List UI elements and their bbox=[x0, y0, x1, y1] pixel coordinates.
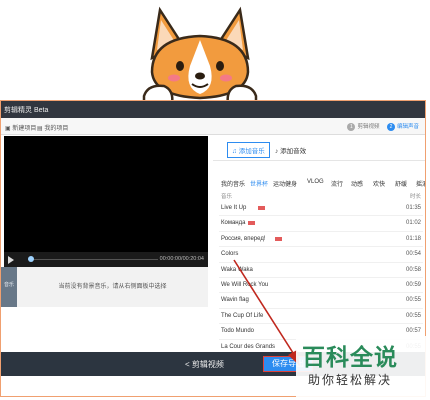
track-list-header: 音乐 时长 bbox=[221, 192, 421, 200]
track-duration: 00:58 bbox=[405, 266, 421, 273]
flag-icon bbox=[274, 236, 282, 241]
category-cheerful[interactable]: 欢快 bbox=[373, 179, 385, 188]
category-my-music[interactable]: 我的音乐 bbox=[221, 179, 245, 188]
tab-label: 添加音乐 bbox=[238, 148, 265, 155]
category-pop[interactable]: 流行 bbox=[331, 179, 343, 188]
playback-time: 00:00:00/00:20:04 bbox=[159, 256, 204, 262]
screenshot: 剪辑精灵 Beta ▣ 新建项目 ▤ 我的项目 1 剪辑视频 2 编辑声音 00… bbox=[0, 0, 430, 400]
title-bar: 剪辑精灵 Beta bbox=[1, 101, 425, 118]
track-duration: 01:18 bbox=[405, 235, 421, 242]
track-name: Команда bbox=[221, 220, 246, 227]
header-name: 音乐 bbox=[221, 194, 233, 200]
my-projects-button[interactable]: ▤ 我的项目 bbox=[37, 123, 68, 132]
tab-label: 添加音效 bbox=[280, 148, 307, 155]
my-projects-label: 我的项目 bbox=[44, 126, 69, 132]
track-row[interactable]: The Cup Of Life 00:55 bbox=[219, 309, 423, 325]
music-note-icon: ♫ bbox=[232, 148, 237, 155]
track-row[interactable]: Waka Waka 00:58 bbox=[219, 263, 423, 278]
header-duration: 时长 bbox=[409, 194, 421, 200]
track-row[interactable]: Colors 00:54 bbox=[219, 247, 423, 263]
category-fitness[interactable]: 运动健身 bbox=[273, 179, 297, 188]
play-icon[interactable] bbox=[8, 256, 14, 264]
category-soothing[interactable]: 舒缓 bbox=[395, 179, 407, 188]
category-vlog[interactable]: VLOG bbox=[307, 179, 324, 185]
flag-icon bbox=[248, 221, 256, 226]
player-controls: 00:00:00/00:20:04 bbox=[4, 252, 208, 267]
track-duration: 01:02 bbox=[405, 220, 421, 227]
track-name: Россия, вперед! bbox=[221, 235, 266, 242]
step-number: 2 bbox=[386, 123, 395, 131]
flag-icon bbox=[258, 206, 265, 210]
category-rock[interactable]: 摇滚 bbox=[416, 179, 425, 188]
track-name: Colors bbox=[221, 251, 239, 258]
seek-track[interactable] bbox=[28, 259, 158, 260]
track-name: The Cup Of Life bbox=[221, 312, 264, 319]
back-to-cut-video-button[interactable]: < 剪辑视频 bbox=[185, 359, 224, 370]
track-row[interactable]: Live It Up 01:35 bbox=[219, 201, 423, 217]
track-row[interactable]: We Will Rock You 00:59 bbox=[219, 278, 423, 294]
music-track-area: 当前没有背景音乐，请从右侧面板中选择 bbox=[17, 267, 208, 307]
seek-handle[interactable] bbox=[28, 256, 34, 262]
tab-add-music[interactable]: ♫ 添加音乐 bbox=[227, 142, 270, 158]
music-track-label: 音乐 bbox=[1, 267, 17, 307]
new-project-label: 新建项目 bbox=[12, 126, 37, 132]
track-row[interactable]: Россия, вперед! 01:18 bbox=[219, 232, 423, 248]
step-cut-video[interactable]: 1 剪辑视频 bbox=[347, 122, 379, 131]
corgi-illustration bbox=[140, 6, 260, 107]
watermark-subtitle: 助你轻松解决 bbox=[308, 373, 393, 387]
video-preview[interactable] bbox=[4, 136, 208, 252]
track-duration: 00:54 bbox=[405, 251, 421, 258]
panel-tabs: ♫ 添加音乐 ♪ 添加音效 bbox=[213, 139, 425, 161]
track-name: Wavin flag bbox=[221, 297, 249, 304]
category-world-cup[interactable]: 世界杯 bbox=[250, 179, 268, 188]
step-label: 编辑声音 bbox=[396, 124, 419, 130]
track-duration: 00:57 bbox=[405, 328, 421, 335]
step-edit-sound[interactable]: 2 编辑声音 bbox=[386, 122, 419, 131]
track-name: La Cour des Grands bbox=[221, 343, 276, 350]
track-row[interactable]: Команда 01:02 bbox=[219, 216, 423, 232]
track-name: Waka Waka bbox=[221, 266, 253, 273]
folder-plus-icon: ▣ bbox=[5, 126, 11, 132]
step-indicator: 1 剪辑视频 2 编辑声音 bbox=[341, 122, 419, 131]
watermark-title: 百科全说 bbox=[302, 344, 398, 370]
track-name: We Will Rock You bbox=[221, 281, 269, 288]
track-name: Todo Mundo bbox=[221, 328, 255, 335]
track-list: Live It Up 01:35 Команда 01:02 Россия, впере… bbox=[219, 201, 423, 355]
track-name: Live It Up bbox=[221, 205, 247, 211]
toolbar: ▣ 新建项目 ▤ 我的项目 1 剪辑视频 2 编辑声音 bbox=[1, 118, 425, 135]
category-dynamic[interactable]: 动感 bbox=[351, 179, 363, 188]
track-duration: 00:55 bbox=[405, 312, 421, 319]
speaker-icon: ♪ bbox=[275, 148, 279, 155]
tab-add-sound-effect[interactable]: ♪ 添加音效 bbox=[275, 145, 306, 155]
new-project-button[interactable]: ▣ 新建项目 bbox=[5, 123, 36, 132]
track-row[interactable]: Wavin flag 00:55 bbox=[219, 293, 423, 309]
track-duration: 00:59 bbox=[405, 281, 421, 288]
step-number: 1 bbox=[347, 123, 356, 131]
step-label: 剪辑视频 bbox=[357, 124, 380, 130]
track-duration: 00:55 bbox=[405, 297, 421, 304]
folder-icon: ▤ bbox=[37, 126, 43, 132]
track-duration: 01:35 bbox=[405, 205, 421, 211]
